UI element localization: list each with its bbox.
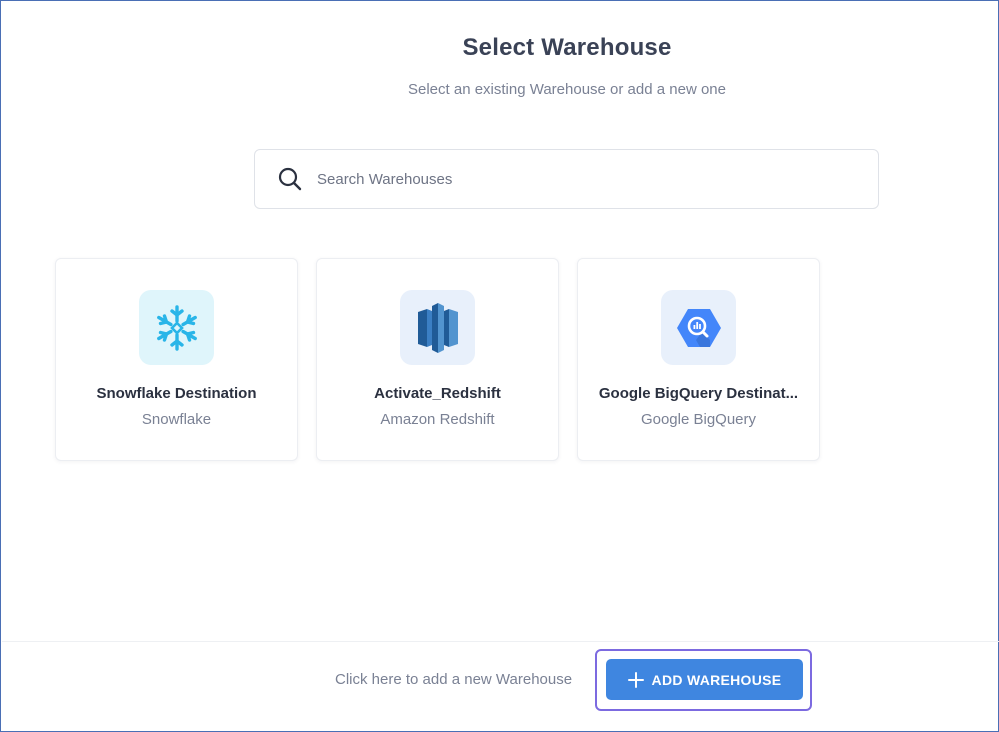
warehouse-type: Snowflake (141, 411, 212, 428)
warehouse-name: Snowflake Destination (96, 385, 257, 402)
bigquery-logo (661, 290, 736, 365)
add-warehouse-button[interactable]: ADD WAREHOUSE (606, 659, 803, 700)
dialog-frame: Select Warehouse Select an existing Ware… (0, 0, 999, 732)
warehouse-type: Amazon Redshift (380, 411, 495, 428)
snowflake-icon (156, 304, 197, 351)
dialog-footer: Click here to add a new Warehouse ADD WA… (2, 641, 999, 732)
warehouse-name: Activate_Redshift (374, 385, 501, 402)
add-warehouse-hint: Click here to add a new Warehouse (335, 671, 573, 688)
redshift-logo (400, 290, 475, 365)
warehouse-card-snowflake[interactable]: Snowflake Destination Snowflake (55, 258, 298, 461)
page-subtitle: Select an existing Warehouse or add a ne… (408, 81, 726, 98)
warehouse-list: Snowflake Destination Snowflake Activate… (55, 258, 820, 461)
page-title: Select Warehouse (462, 34, 672, 61)
plus-icon (627, 671, 644, 688)
snowflake-logo (139, 290, 214, 365)
add-warehouse-label: ADD WAREHOUSE (651, 671, 782, 688)
search-icon (277, 166, 303, 192)
search-box[interactable] (254, 149, 879, 209)
bigquery-icon (676, 308, 721, 347)
search-input[interactable] (317, 150, 878, 208)
warehouse-name: Google BigQuery Destinat... (598, 385, 799, 402)
warehouse-card-redshift[interactable]: Activate_Redshift Amazon Redshift (316, 258, 559, 461)
redshift-icon (417, 302, 458, 353)
warehouse-type: Google BigQuery (640, 411, 757, 428)
warehouse-card-bigquery[interactable]: Google BigQuery Destinat... Google BigQu… (577, 258, 820, 461)
